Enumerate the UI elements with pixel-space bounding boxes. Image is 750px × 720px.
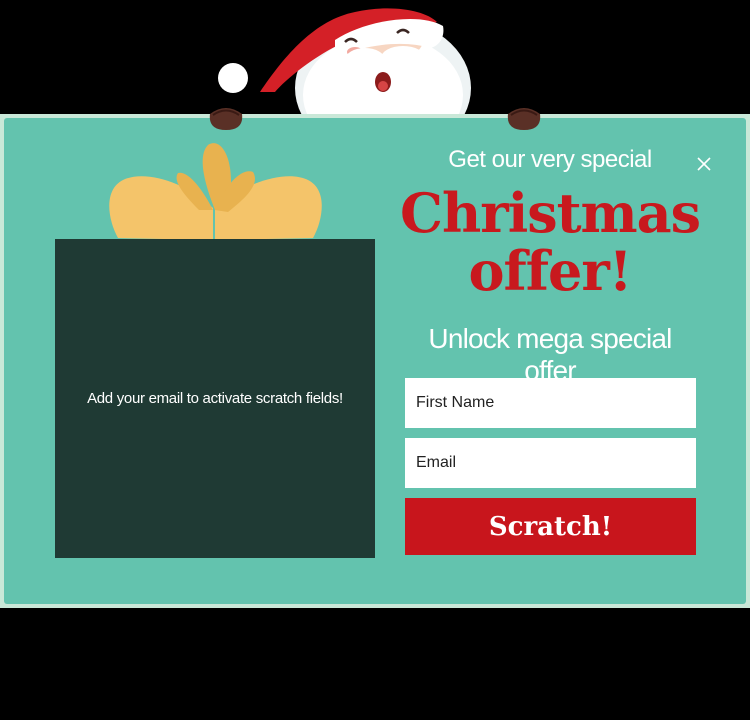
santa-left-hand bbox=[209, 108, 243, 130]
offer-popup: Add your email to activate scratch field… bbox=[0, 108, 750, 608]
offer-headline: Christmas offer! bbox=[400, 181, 701, 303]
santa-right-hand bbox=[507, 108, 541, 130]
scratch-field[interactable]: Add your email to activate scratch field… bbox=[55, 239, 375, 558]
offer-popup-body: Add your email to activate scratch field… bbox=[4, 108, 746, 604]
scratch-hint-text: Add your email to activate scratch field… bbox=[87, 390, 343, 407]
email-field[interactable] bbox=[405, 438, 696, 488]
close-icon[interactable] bbox=[695, 155, 713, 173]
headline-line-2: offer! bbox=[468, 239, 633, 303]
scratch-button[interactable]: Scratch! bbox=[405, 498, 696, 555]
gift-bow-icon bbox=[109, 143, 322, 240]
popup-stage: Add your email to activate scratch field… bbox=[0, 0, 750, 720]
offer-subtitle: Get our very special bbox=[448, 146, 652, 173]
headline-line-1: Christmas bbox=[400, 181, 701, 245]
first-name-field[interactable] bbox=[405, 378, 696, 428]
